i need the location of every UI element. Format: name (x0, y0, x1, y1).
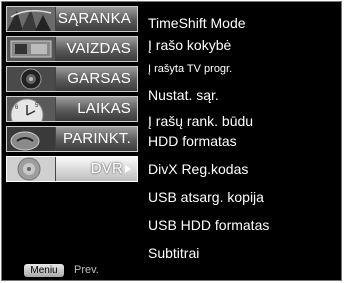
submenu-item-subtitles[interactable]: Subtitrai (148, 242, 199, 264)
submenu-item-manual-record[interactable]: Į rašų rank. būdu (148, 110, 253, 132)
tv-osd-window: SĄRANKA VAIZDAS GARSAS 6 5 LAIKAS PARINK… (1, 1, 342, 281)
special-thumbnail-icon (7, 127, 56, 151)
audio-thumbnail-icon (7, 67, 56, 91)
menu-item-option[interactable]: PARINKT. (6, 126, 138, 152)
dvr-label-text: DVR (90, 160, 123, 177)
menu-item-setup[interactable]: SĄRANKA (6, 6, 138, 32)
menu-item-label: VAIZDAS (66, 40, 131, 57)
submenu-arrow-icon (125, 165, 131, 174)
submenu-item-schedule-list[interactable]: Nustat. sąr. (148, 84, 219, 106)
submenu-item-usb-hdd-format[interactable]: USB HDD formatas (148, 214, 269, 236)
submenu-item-hdd-format[interactable]: HDD formatas (148, 130, 237, 152)
prev-hint: Prev. (74, 264, 99, 276)
dvr-submenu: TimeShift Mode Į rašo kokybė Į rašyta TV… (148, 2, 338, 280)
submenu-item-divx-reg[interactable]: DivX Reg.kodas (148, 158, 248, 180)
submenu-item-timeshift[interactable]: TimeShift Mode (148, 12, 246, 34)
submenu-item-usb-backup[interactable]: USB atsarg. kopija (148, 186, 264, 208)
menu-item-dvr[interactable]: DVR (6, 156, 138, 182)
submenu-item-record-quality[interactable]: Į rašo kokybė (148, 34, 231, 56)
menu-item-audio[interactable]: GARSAS (6, 66, 138, 92)
menu-item-label: PARINKT. (62, 130, 131, 147)
clock-thumbnail-icon: 6 5 (7, 97, 56, 121)
menu-item-label: GARSAS (67, 70, 131, 87)
menu-item-label: SĄRANKA (57, 10, 131, 27)
disc-thumbnail-icon (7, 157, 56, 181)
submenu-item-recorded-tv[interactable]: Į rašyta TV progr. (148, 58, 232, 80)
setup-thumbnail-icon (7, 7, 56, 31)
menu-item-label: DVR (91, 157, 131, 181)
main-menu: SĄRANKA VAIZDAS GARSAS 6 5 LAIKAS PARINK… (2, 2, 142, 280)
menu-item-picture[interactable]: VAIZDAS (6, 36, 138, 62)
menu-item-time[interactable]: 6 5 LAIKAS (6, 96, 138, 122)
picture-thumbnail-icon (7, 37, 56, 61)
menu-item-label: LAIKAS (77, 100, 131, 117)
menu-button[interactable]: Meniu (24, 264, 64, 277)
